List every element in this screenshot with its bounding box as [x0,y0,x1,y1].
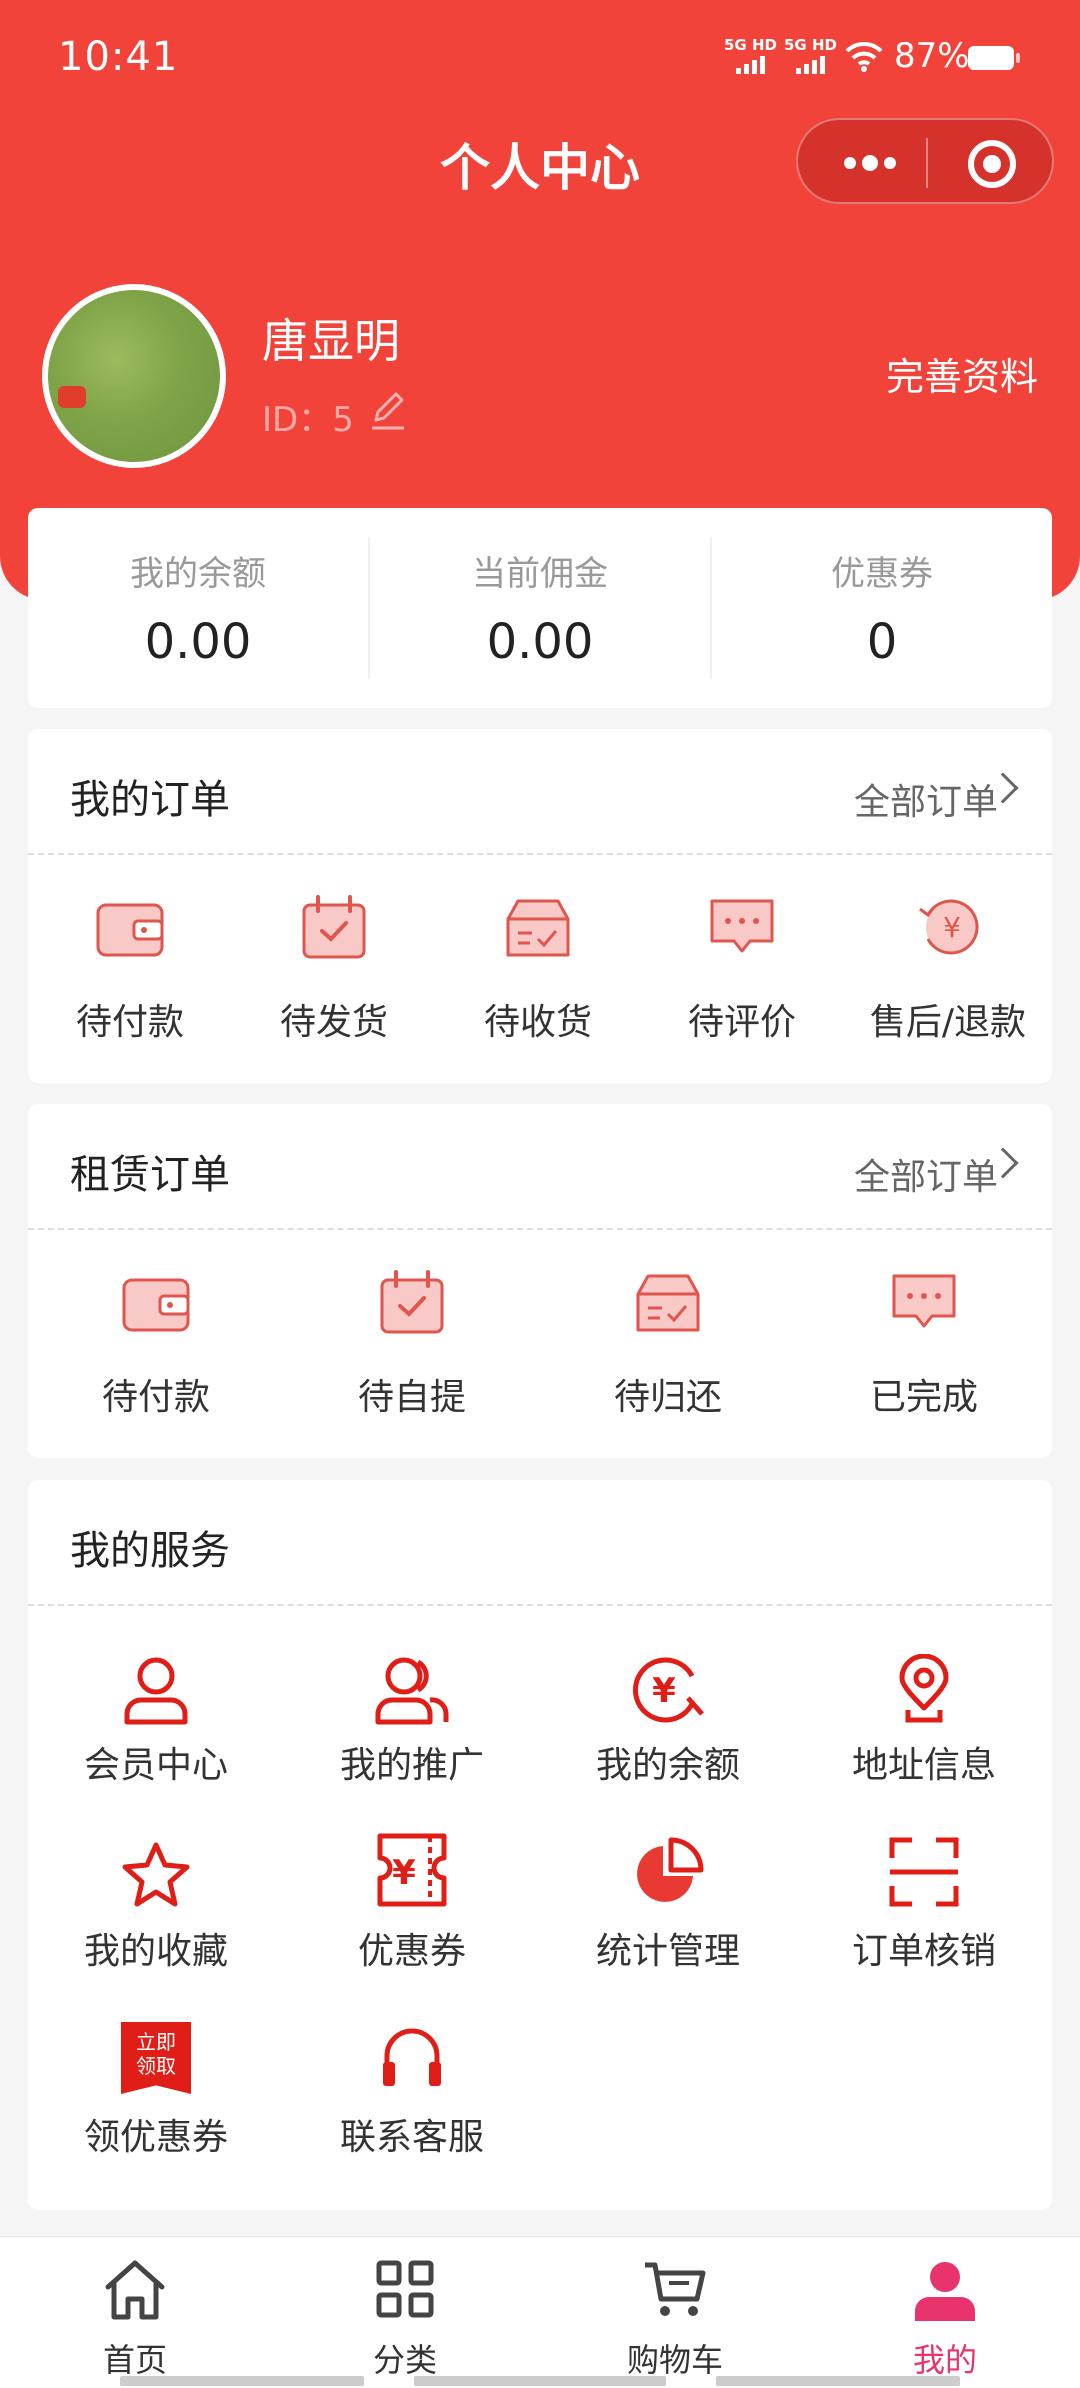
dashed-divider [28,853,1052,855]
comment-icon [710,899,774,953]
tab-home[interactable]: 首页 [0,2237,270,2388]
close-miniapp-icon[interactable] [968,140,1016,188]
refund-icon: ¥ [919,899,979,955]
yuan-circle-icon: ¥ [633,1657,704,1723]
all-rental-orders-link[interactable]: 全部订单 [854,1148,998,1200]
order-pending-receipt[interactable]: 待收货 [436,899,640,1059]
tab-mine[interactable]: 我的 [810,2237,1080,2388]
service-promotion[interactable]: 我的推广 [284,1654,540,1804]
home-indicator [414,2376,666,2386]
user-id: ID：5 [262,400,354,440]
order-pending-review[interactable]: 待评价 [640,899,844,1059]
page: 10:41 5G HD 5G HD 87% 个人中心 唐显明 ID：5 完善资料… [0,0,1080,2388]
rental-pending-pickup[interactable]: 待自提 [284,1270,540,1434]
service-customer-support[interactable]: 联系客服 [284,2026,540,2176]
svg-text:¥: ¥ [392,1853,416,1893]
signal-1-icon: 5G HD [724,38,777,74]
my-orders-card: 我的订单 全部订单 待付款 待发货 待收货 待评价 ¥ 售后/退款 [28,729,1052,1083]
service-statistics[interactable]: 统计管理 [540,1837,796,1990]
edit-icon[interactable] [366,388,410,432]
battery-percent: 87% [894,36,970,76]
svg-text:¥: ¥ [943,911,961,944]
section-title: 租赁订单 [70,1152,230,1198]
scan-icon [889,1837,959,1907]
stat-balance[interactable]: 我的余额 0.00 [28,508,368,708]
stat-commission[interactable]: 当前佣金 0.00 [370,508,710,708]
calendar-check-icon [380,1270,444,1334]
profile-icon [915,2262,975,2321]
headset-icon [383,2028,441,2086]
home-indicator [716,2376,960,2386]
capsule-divider [926,138,928,188]
dashed-divider [28,1604,1052,1606]
svg-text:¥: ¥ [652,1671,676,1711]
home-indicator [120,2376,364,2386]
rental-pending-payment[interactable]: 待付款 [28,1274,284,1434]
wallet-icon [96,903,164,957]
pie-chart-icon [637,1837,704,1902]
tab-category[interactable]: 分类 [270,2237,540,2388]
wallet-icon [122,1278,190,1332]
order-after-sales[interactable]: ¥ 售后/退款 [844,899,1052,1059]
bottom-tab-bar: 首页 分类 购物车 我的 [0,2236,1080,2388]
order-pending-payment[interactable]: 待付款 [28,899,232,1059]
all-orders-link[interactable]: 全部订单 [854,773,998,825]
user-icon [124,1657,188,1725]
coupon-icon: ¥ [377,1833,447,1907]
stat-coupons[interactable]: 优惠券 0 [712,508,1052,708]
battery-icon [968,46,1020,70]
wifi-icon [845,41,883,72]
service-balance[interactable]: ¥ 我的余额 [540,1654,796,1804]
get-coupon-icon: 立即 领取 [121,2022,191,2094]
section-title: 我的订单 [70,777,230,823]
location-icon [899,1654,949,1723]
cart-icon [645,2262,706,2316]
signal-2-icon: 5G HD [784,38,837,74]
service-address[interactable]: 地址信息 [796,1654,1052,1804]
miniapp-capsule [796,118,1054,204]
status-bar: 10:41 5G HD 5G HD 87% [0,0,1080,110]
grid-icon [376,2260,434,2318]
service-member-center[interactable]: 会员中心 [28,1654,284,1804]
more-icon[interactable] [838,120,898,206]
section-title: 我的服务 [70,1528,230,1574]
users-icon [375,1657,449,1725]
user-name: 唐显明 [262,314,400,368]
service-get-coupon[interactable]: 立即 领取 领优惠券 [28,2022,284,2176]
avatar[interactable] [42,284,226,468]
home-icon [105,2260,165,2320]
service-coupons[interactable]: ¥ 优惠券 [284,1833,540,1990]
dashed-divider [28,1228,1052,1230]
calendar-check-icon [302,895,366,959]
rental-orders-card: 租赁订单 全部订单 待付款 待自提 待归还 已完成 [28,1104,1052,1458]
box-icon [636,1274,700,1332]
service-order-verify[interactable]: 订单核销 [796,1837,1052,1990]
services-card: 我的服务 会员中心 我的推广 ¥ 我的余额 地址信息 我的收藏 ¥ 优惠券 统计… [28,1480,1052,2210]
box-icon [506,899,570,957]
tab-cart[interactable]: 购物车 [540,2237,810,2388]
stats-card: 我的余额 0.00 当前佣金 0.00 优惠券 0 [28,508,1052,708]
star-icon [122,1842,190,1907]
order-pending-shipment[interactable]: 待发货 [232,895,436,1059]
rental-pending-return[interactable]: 待归还 [540,1274,796,1434]
service-favorites[interactable]: 我的收藏 [28,1840,284,1990]
comment-icon [892,1274,956,1328]
rental-completed[interactable]: 已完成 [796,1274,1052,1434]
complete-profile-link[interactable]: 完善资料 [886,346,1038,401]
get-coupon-badge-text: 立即 领取 [136,2030,176,2078]
status-time: 10:41 [58,34,179,80]
